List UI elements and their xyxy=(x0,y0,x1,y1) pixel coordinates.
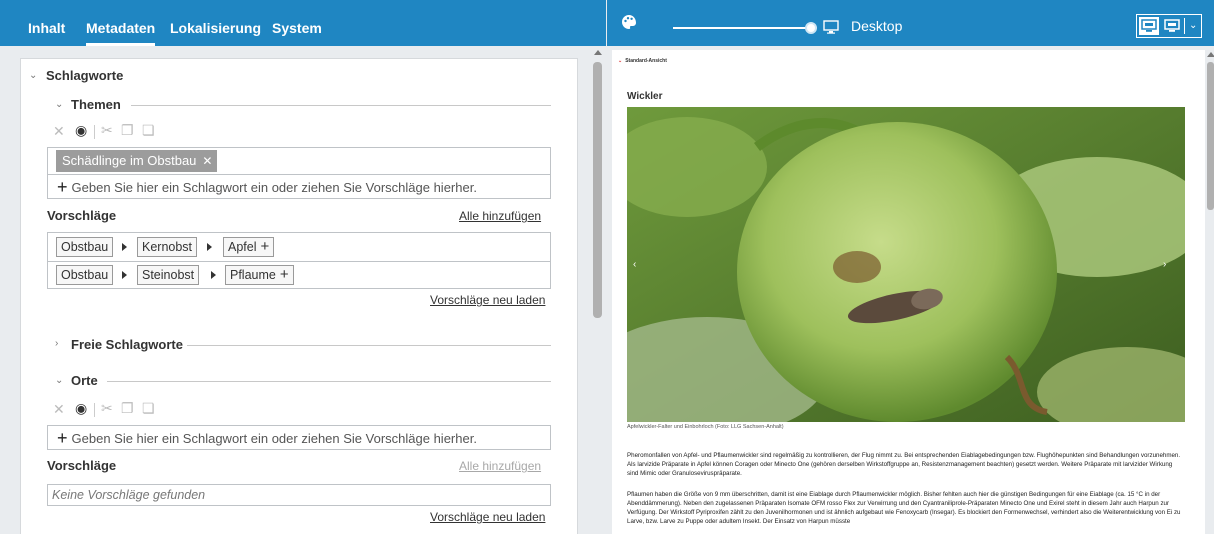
desktop-view-icon[interactable] xyxy=(1139,17,1159,35)
suggestion-chip[interactable]: Obstbau xyxy=(56,265,114,285)
keyword-tag[interactable]: Schädlinge im Obstbau ✕ xyxy=(56,150,218,172)
themes-keyword-input[interactable]: + Geben Sie hier ein Schlagwort ein oder … xyxy=(57,175,477,197)
caret-right-icon xyxy=(211,271,216,279)
chevron-down-icon: ⌄ xyxy=(618,58,623,64)
suggestion-chip-add[interactable]: Pflaume + xyxy=(225,265,294,285)
apple-photo xyxy=(627,107,1185,422)
delete-icon[interactable]: ✕ xyxy=(53,401,65,418)
article-paragraph: Pflaumen haben die Größe von 9 mm übersc… xyxy=(627,491,1181,525)
image-prev-icon[interactable]: ‹ xyxy=(633,259,645,271)
paste-icon[interactable]: ❏ xyxy=(142,122,155,139)
suggestion-chip[interactable]: Obstbau xyxy=(56,237,114,257)
eye-icon[interactable]: ◉ xyxy=(75,400,87,417)
zoom-slider-track[interactable] xyxy=(673,27,809,29)
themes-section-title[interactable]: Themen xyxy=(71,97,121,112)
no-suggestions-text: Keine Vorschläge gefunden xyxy=(52,488,206,502)
chevron-down-icon[interactable]: ⌄ xyxy=(55,375,63,386)
view-label: Standard-Ansicht xyxy=(625,58,667,64)
plus-icon: + xyxy=(57,177,68,197)
article-preview: ⌄ Standard-Ansicht Wickler ‹ › Apfelwick… xyxy=(612,50,1205,534)
preview-toolbar: Desktop ⌄ xyxy=(607,0,1214,46)
delete-icon[interactable]: ✕ xyxy=(53,123,65,140)
tab-system[interactable]: System xyxy=(272,0,322,46)
places-keyword-box[interactable]: + Geben Sie hier ein Schlagwort ein oder … xyxy=(47,425,551,450)
chevron-down-icon[interactable]: ⌄ xyxy=(29,70,37,81)
keywords-section-title[interactable]: Schlagworte xyxy=(46,68,123,83)
toolbar-separator xyxy=(94,403,95,417)
themes-suggestion-list: Obstbau Kernobst Apfel + Obstbau Steinobs… xyxy=(47,232,551,289)
caret-right-icon xyxy=(207,243,212,251)
suggestion-chip[interactable]: Steinobst xyxy=(137,265,200,285)
tab-metadaten[interactable]: Metadaten xyxy=(86,0,156,46)
chevron-down-icon[interactable]: ⌄ xyxy=(55,99,63,110)
keyword-tag-label: Schädlinge im Obstbau xyxy=(62,153,197,168)
caret-right-icon xyxy=(122,243,127,251)
places-reload-link[interactable]: Vorschläge neu laden xyxy=(430,510,545,524)
cut-icon[interactable]: ✂ xyxy=(101,400,113,417)
chevron-right-icon[interactable]: › xyxy=(55,338,58,349)
keyword-input-placeholder: Geben Sie hier ein Schlagwort ein oder z… xyxy=(71,431,477,446)
device-switcher: ⌄ xyxy=(1136,14,1202,38)
device-label: Desktop xyxy=(851,18,903,34)
chevron-down-icon[interactable]: ⌄ xyxy=(1189,18,1199,34)
eye-icon[interactable]: ◉ xyxy=(75,122,87,139)
scrollbar-thumb[interactable] xyxy=(1207,62,1214,210)
copy-icon[interactable]: ❐ xyxy=(121,122,134,139)
caret-right-icon xyxy=(122,271,127,279)
plus-icon: + xyxy=(260,238,270,255)
section-divider xyxy=(187,345,551,346)
copy-icon[interactable]: ❐ xyxy=(121,400,134,417)
zoom-slider-handle[interactable] xyxy=(805,22,817,34)
left-scrollbar[interactable] xyxy=(592,50,604,534)
themes-add-all-link[interactable]: Alle hinzufügen xyxy=(459,209,541,223)
places-section-title[interactable]: Orte xyxy=(71,373,98,388)
suggestion-label: Pflaume xyxy=(230,268,276,282)
places-add-all-link: Alle hinzufügen xyxy=(459,459,542,473)
preview-scrollbar[interactable] xyxy=(1207,50,1214,534)
image-next-icon[interactable]: › xyxy=(1163,259,1175,271)
section-divider xyxy=(107,381,551,382)
scroll-up-icon[interactable] xyxy=(594,50,602,55)
themes-suggestions-label: Vorschläge xyxy=(47,208,117,223)
scroll-up-icon[interactable] xyxy=(1207,52,1214,57)
suggestion-chip-add[interactable]: Apfel + xyxy=(223,237,275,257)
toolbar-separator xyxy=(94,125,95,139)
scrollbar-thumb[interactable] xyxy=(593,62,602,318)
paste-icon[interactable]: ❏ xyxy=(142,400,155,417)
image-caption: Apfelwickler-Falter und Einbohrloch (Fot… xyxy=(627,424,784,430)
metadata-pane: Inhalt Metadaten Lokalisierung System ⌄ … xyxy=(0,0,606,534)
suggestion-chip[interactable]: Kernobst xyxy=(137,237,198,257)
tab-inhalt[interactable]: Inhalt xyxy=(28,0,65,46)
places-suggestion-list: Keine Vorschläge gefunden xyxy=(47,484,551,506)
article-image[interactable]: ‹ › xyxy=(627,107,1185,422)
list-divider xyxy=(48,261,550,262)
remove-tag-icon[interactable]: ✕ xyxy=(202,154,212,168)
view-selector[interactable]: ⌄ Standard-Ansicht xyxy=(618,58,667,64)
tablet-view-icon[interactable] xyxy=(1162,17,1182,35)
plus-icon: + xyxy=(279,266,289,283)
keywords-card: ⌄ Schlagworte ⌄ Themen ✕ ◉ ✂ ❐ ❏ Schädli… xyxy=(20,58,578,534)
palette-icon[interactable] xyxy=(621,14,637,30)
places-keyword-input[interactable]: + Geben Sie hier ein Schlagwort ein oder … xyxy=(57,426,477,448)
themes-keyword-box[interactable]: Schädlinge im Obstbau ✕ + Geben Sie hier e… xyxy=(47,147,551,199)
metadata-tab-bar: Inhalt Metadaten Lokalisierung System xyxy=(0,0,606,46)
cut-icon[interactable]: ✂ xyxy=(101,122,113,139)
monitor-icon xyxy=(823,20,839,34)
free-keywords-section-title[interactable]: Freie Schlagworte xyxy=(71,337,183,352)
themes-reload-link[interactable]: Vorschläge neu laden xyxy=(430,293,545,307)
places-suggestions-label: Vorschläge xyxy=(47,458,117,473)
article-paragraph: Pheromonfallen von Apfel- und Pflaumenwi… xyxy=(627,452,1181,477)
tab-lokalisierung[interactable]: Lokalisierung xyxy=(170,0,261,46)
keyword-input-placeholder: Geben Sie hier ein Schlagwort ein oder z… xyxy=(71,180,477,195)
suggestion-label: Apfel xyxy=(228,240,257,254)
section-divider xyxy=(131,105,551,106)
article-heading: Wickler xyxy=(627,91,663,102)
plus-icon: + xyxy=(57,428,68,448)
toolbar-separator xyxy=(1184,18,1185,34)
preview-pane: Desktop ⌄ ⌄ Standard-Ansicht Wickler ‹ ›… xyxy=(607,0,1214,534)
